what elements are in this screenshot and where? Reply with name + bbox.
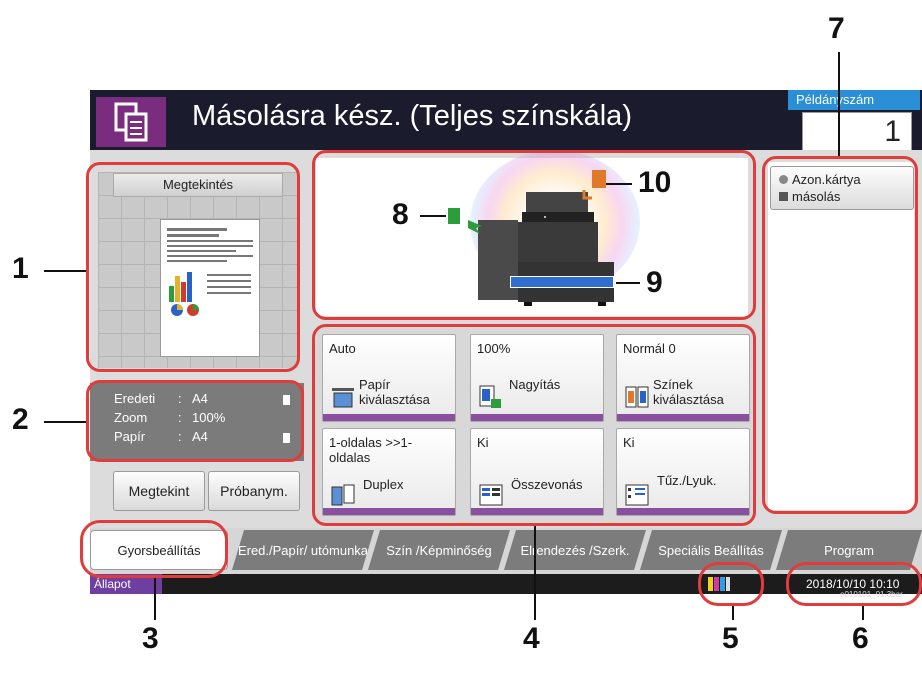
leader-line-5 xyxy=(732,606,734,620)
preview-button[interactable]: Megtekint xyxy=(113,471,205,511)
tab-color-image-quality[interactable]: Szín /Képminőség xyxy=(368,530,510,570)
callout-3: 3 xyxy=(142,622,159,655)
callout-ring-5 xyxy=(698,562,764,606)
callout-ring-1 xyxy=(86,162,300,372)
tab-original-paper-finishing[interactable]: Ered./Papír/ utómunka xyxy=(232,530,374,570)
callout-9: 9 xyxy=(646,266,663,299)
leader-line-10 xyxy=(606,183,632,185)
callout-2: 2 xyxy=(12,403,29,436)
callout-6: 6 xyxy=(852,622,869,655)
copies-input[interactable]: 1 xyxy=(802,112,912,152)
copies-label: Példányszám xyxy=(788,90,920,110)
leader-line-6 xyxy=(862,606,864,620)
callout-8: 8 xyxy=(392,198,409,231)
leader-line-8 xyxy=(420,215,446,217)
callout-1: 1 xyxy=(12,252,29,285)
callout-ring-2 xyxy=(86,380,304,462)
leader-line-9 xyxy=(616,282,640,284)
tab-layout-edit[interactable]: Elrendezés /Szerk. xyxy=(504,530,646,570)
callout-ring-3 xyxy=(80,520,228,578)
leader-line-1 xyxy=(44,270,86,272)
callout-ring-7 xyxy=(762,156,918,514)
leader-line-3 xyxy=(154,578,156,620)
leader-line-2 xyxy=(44,421,86,423)
callout-5: 5 xyxy=(722,622,739,655)
callout-7: 7 xyxy=(828,12,845,45)
callout-ring-4 xyxy=(312,324,756,526)
sample-copy-button[interactable]: Próbanym. xyxy=(208,471,300,511)
callout-4: 4 xyxy=(523,622,540,655)
callout-10: 10 xyxy=(638,166,672,199)
leader-line-7 xyxy=(838,52,840,156)
callout-ring-6 xyxy=(786,562,922,606)
leader-line-4 xyxy=(534,526,536,620)
page-title: Másolásra kész. (Teljes színskála) xyxy=(192,100,632,132)
callout-ring-device xyxy=(312,150,756,320)
copy-app-icon xyxy=(96,97,166,147)
